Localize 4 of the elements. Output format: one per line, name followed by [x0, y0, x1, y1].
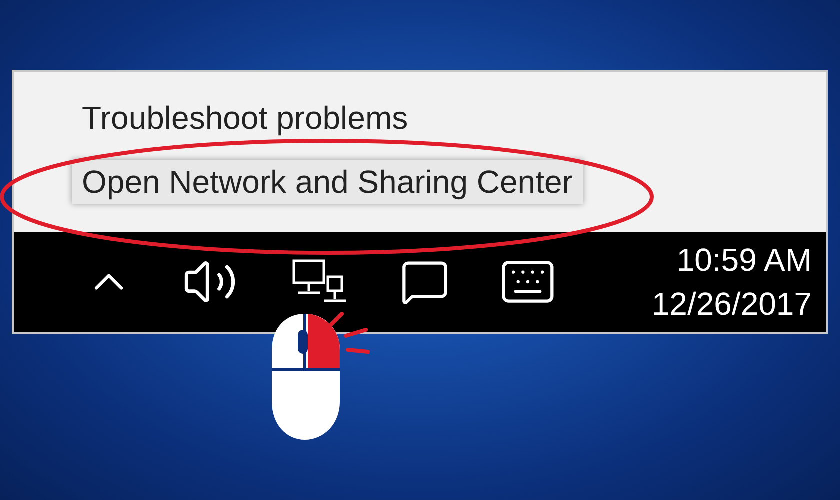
menu-item[interactable]: Troubleshoot problems	[72, 98, 418, 138]
clock-date: 12/26/2017	[652, 285, 812, 324]
clock-time: 10:59 AM	[676, 241, 812, 280]
menu-item[interactable]: Open Network and Sharing Center	[72, 160, 583, 204]
